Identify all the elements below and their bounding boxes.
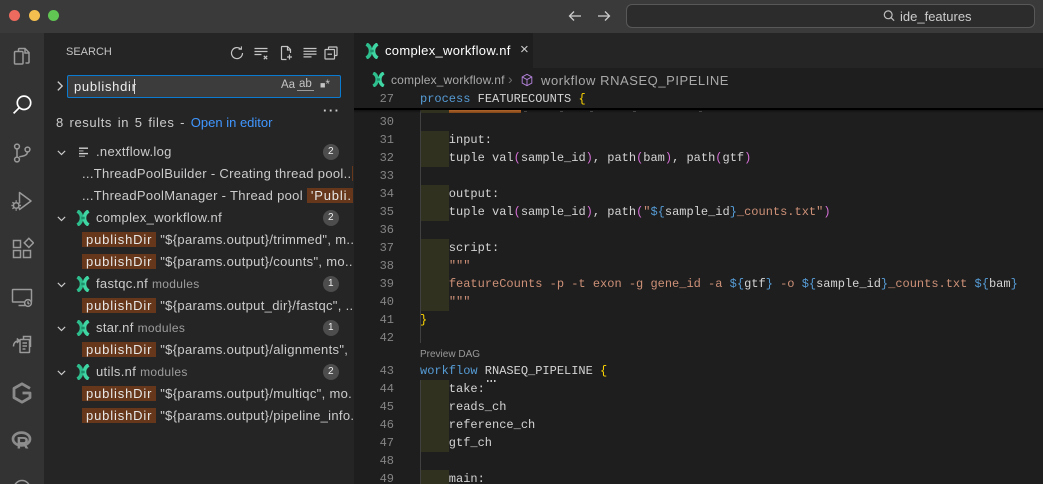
- svg-text:R: R: [17, 434, 29, 453]
